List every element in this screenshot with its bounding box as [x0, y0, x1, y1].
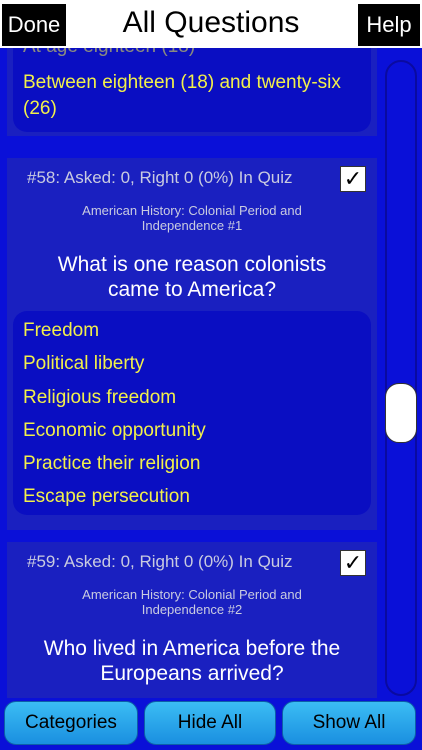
help-button[interactable]: Help: [358, 4, 420, 46]
hide-all-button[interactable]: Hide All: [144, 701, 276, 745]
question-text: Who lived in America before the European…: [7, 636, 377, 686]
show-all-button[interactable]: Show All: [282, 701, 416, 745]
question-line: What is one reason colonists: [57, 253, 327, 276]
answer-item: (26): [23, 98, 57, 119]
category-line: American History: Colonial Period and: [82, 587, 302, 602]
answer-item: Economic opportunity: [23, 420, 206, 441]
answer-item: Between eighteen (18) and twenty-six: [23, 72, 341, 93]
question-line: Europeans arrived?: [100, 662, 284, 685]
answer-item: At age eighteen (18): [23, 48, 195, 58]
question-card-57: At age eighteen (18) Between eighteen (1…: [7, 48, 377, 136]
answer-item: Escape persecution: [23, 486, 190, 507]
footer-toolbar: Categories Hide All Show All: [0, 698, 422, 750]
categories-button[interactable]: Categories: [4, 701, 138, 745]
question-list[interactable]: At age eighteen (18) Between eighteen (1…: [0, 48, 422, 698]
question-stats: #59: Asked: 0, Right 0 (0%) In Quiz: [27, 552, 293, 571]
answer-list: Freedom Political liberty Religious free…: [13, 311, 371, 515]
scrollbar-track[interactable]: [385, 60, 417, 696]
done-button[interactable]: Done: [2, 4, 66, 46]
answer-item: Political liberty: [23, 353, 145, 374]
answer-item: Religious freedom: [23, 387, 177, 408]
header-bar: Done All Questions Help: [0, 0, 422, 48]
question-line: came to America?: [107, 278, 277, 301]
question-text: What is one reason colonists came to Ame…: [7, 252, 377, 302]
answer-item: Practice their religion: [23, 453, 201, 474]
category-label: American History: Colonial Period and In…: [7, 587, 377, 617]
question-card-58: #58: Asked: 0, Right 0 (0%) In Quiz ✓ Am…: [7, 158, 377, 530]
scrollbar-thumb[interactable]: [385, 383, 417, 443]
category-label: American History: Colonial Period and In…: [7, 203, 377, 233]
question-line: Who lived in America before the: [43, 637, 341, 660]
category-line: Independence #2: [141, 602, 243, 617]
in-quiz-checkbox[interactable]: ✓: [340, 166, 366, 192]
question-stats: #58: Asked: 0, Right 0 (0%) In Quiz: [27, 168, 293, 187]
question-card-59: #59: Asked: 0, Right 0 (0%) In Quiz ✓ Am…: [7, 542, 377, 698]
answer-list: At age eighteen (18) Between eighteen (1…: [13, 48, 371, 132]
category-line: American History: Colonial Period and: [82, 203, 302, 218]
answer-item: Freedom: [23, 320, 100, 341]
page-title: All Questions: [122, 6, 300, 39]
category-line: Independence #1: [141, 218, 243, 233]
in-quiz-checkbox[interactable]: ✓: [340, 550, 366, 576]
